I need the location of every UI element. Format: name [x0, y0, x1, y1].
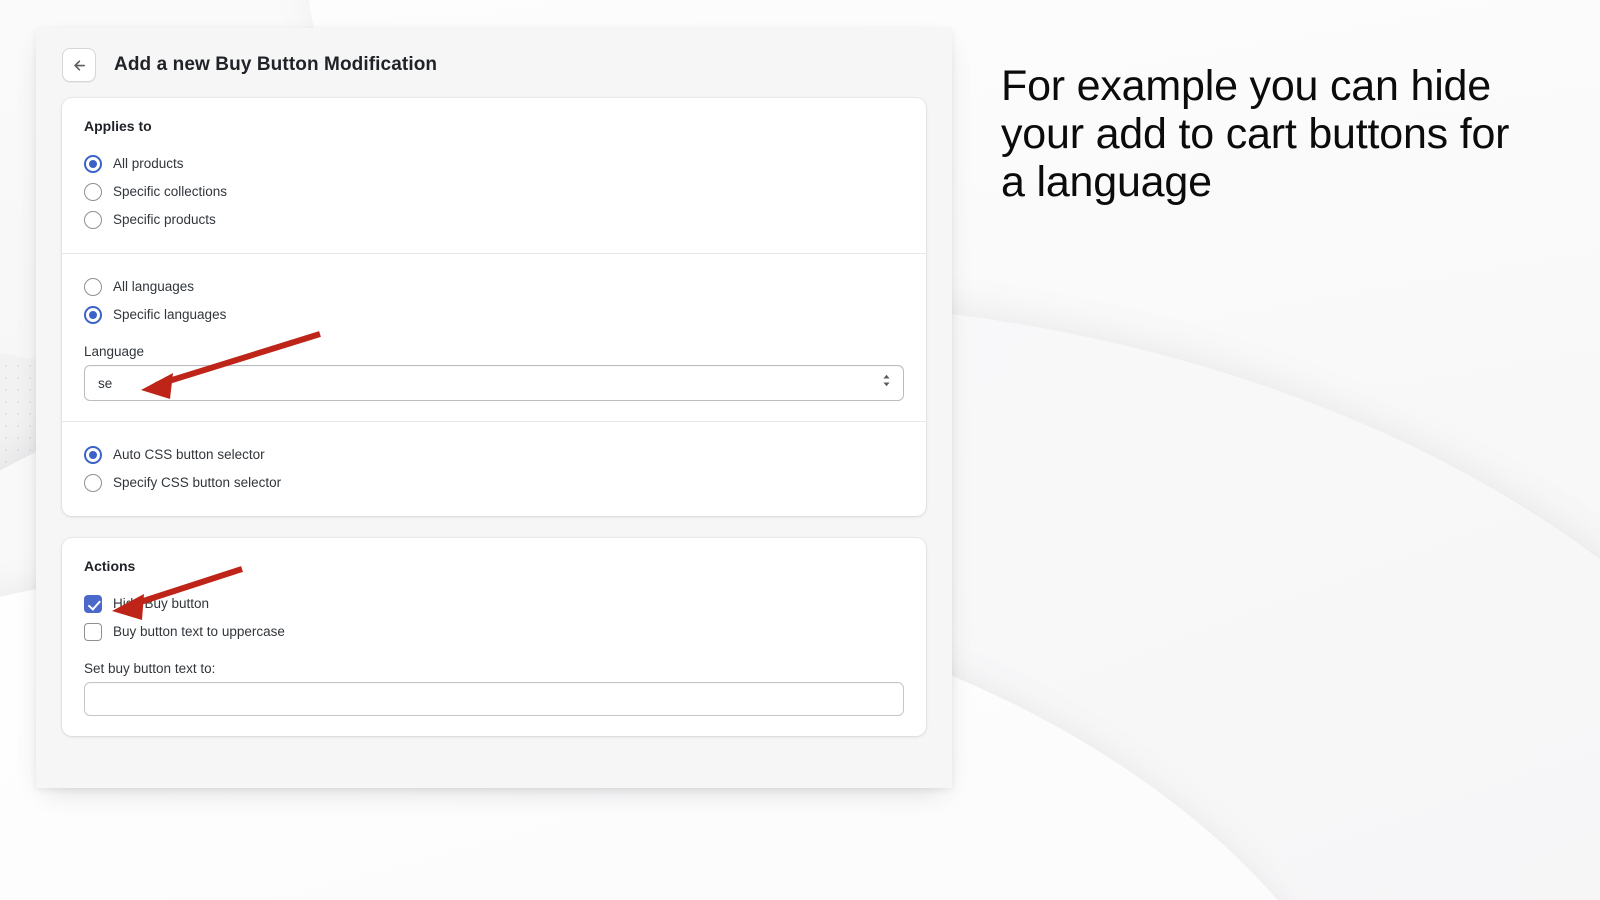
radio-label: Specific languages: [113, 307, 227, 322]
radio-all-products[interactable]: All products: [84, 151, 904, 177]
applies-to-heading: Applies to: [84, 118, 152, 134]
buy-text-label: Set buy button text to:: [84, 661, 216, 676]
radio-indicator: [84, 446, 102, 464]
css-selector-section: Auto CSS button selector Specify CSS but…: [62, 421, 926, 516]
checkbox-label: Hide Buy button: [113, 596, 210, 611]
language-select[interactable]: se: [84, 365, 904, 401]
buy-button-text-input[interactable]: [84, 682, 904, 716]
radio-auto-css-selector[interactable]: Auto CSS button selector: [84, 442, 904, 468]
language-label: Language: [84, 344, 145, 359]
page-header: Add a new Buy Button Modification: [36, 28, 952, 98]
scope-section: Applies to All products Specific collect…: [62, 98, 926, 253]
back-button[interactable]: [62, 48, 96, 82]
page-title: Add a new Buy Button Modification: [114, 54, 438, 75]
radio-indicator: [84, 278, 102, 296]
radio-label: All products: [113, 156, 184, 171]
radio-indicator: [84, 474, 102, 492]
radio-indicator: [84, 211, 102, 229]
language-section: All languages Specific languages Languag…: [62, 253, 926, 421]
checkbox-buy-text-uppercase[interactable]: Buy button text to uppercase: [84, 619, 904, 645]
checkbox-label: Buy button text to uppercase: [113, 624, 285, 639]
checkbox-indicator: [84, 595, 102, 613]
radio-label: Auto CSS button selector: [113, 447, 265, 462]
app-screenshot-panel: Add a new Buy Button Modification Applie…: [36, 28, 952, 788]
caption-text: For example you can hide your add to car…: [1001, 62, 1510, 207]
radio-specify-css-selector[interactable]: Specify CSS button selector: [84, 470, 904, 496]
radio-label: Specify CSS button selector: [113, 475, 282, 490]
actions-section: Actions Hide Buy button Buy button text …: [62, 538, 926, 736]
radio-specific-collections[interactable]: Specific collections: [84, 179, 904, 205]
arrow-left-icon: [71, 57, 88, 74]
radio-indicator: [84, 155, 102, 173]
buy-text-field-group: Set buy button text to:: [84, 661, 904, 716]
actions-heading: Actions: [84, 558, 136, 574]
language-field-group: Language se: [84, 344, 904, 401]
actions-card: Actions Hide Buy button Buy button text …: [62, 538, 926, 736]
radio-indicator: [84, 306, 102, 324]
radio-label: All languages: [113, 279, 195, 294]
screenshot-canvas: Add a new Buy Button Modification Applie…: [0, 0, 1600, 900]
radio-label: Specific collections: [113, 184, 228, 199]
checkbox-indicator: [84, 623, 102, 641]
radio-label: Specific products: [113, 212, 216, 227]
radio-all-languages[interactable]: All languages: [84, 274, 904, 300]
radio-specific-languages[interactable]: Specific languages: [84, 302, 904, 328]
checkbox-hide-buy-button[interactable]: Hide Buy button: [84, 591, 904, 617]
radio-indicator: [84, 183, 102, 201]
language-select-wrapper: se: [84, 365, 904, 401]
radio-specific-products[interactable]: Specific products: [84, 207, 904, 233]
applies-to-card: Applies to All products Specific collect…: [62, 98, 926, 516]
